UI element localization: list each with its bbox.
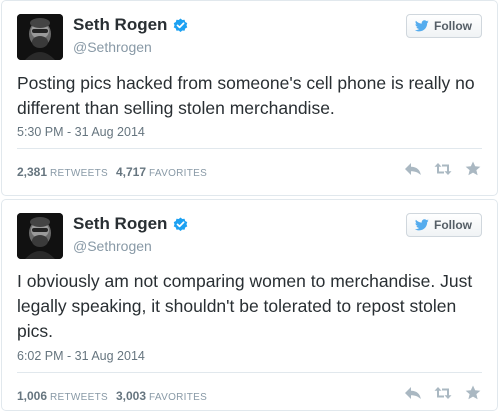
display-name[interactable]: Seth Rogen xyxy=(73,214,167,234)
user-info: Seth Rogen @Sethrogen xyxy=(73,213,188,254)
tweet-timestamp[interactable]: 6:02 PM - 31 Aug 2014 xyxy=(17,349,145,363)
favorites-count[interactable]: 3,003 xyxy=(116,389,146,403)
tweet-actions xyxy=(392,161,482,177)
tweet-card: Seth Rogen @Sethrogen Follow Posting pic… xyxy=(1,0,498,196)
divider xyxy=(17,148,482,149)
avatar-photo-icon xyxy=(17,213,63,259)
favorite-star-icon[interactable] xyxy=(464,385,482,401)
divider xyxy=(17,372,482,373)
tweet-actions xyxy=(392,385,482,401)
verified-icon xyxy=(173,216,188,232)
favorite-star-icon[interactable] xyxy=(464,161,482,177)
retweets-count[interactable]: 1,006 xyxy=(17,389,47,403)
user-info: Seth Rogen @Sethrogen xyxy=(73,14,188,55)
twitter-bird-icon xyxy=(414,219,429,231)
favorites-count[interactable]: 4,717 xyxy=(116,165,146,179)
reply-icon[interactable] xyxy=(404,385,422,401)
tweet-text: Posting pics hacked from someone's cell … xyxy=(17,73,475,118)
tweet-timestamp[interactable]: 5:30 PM - 31 Aug 2014 xyxy=(17,125,145,139)
favorites-label[interactable]: FAVORITES xyxy=(149,392,207,403)
favorites-label[interactable]: FAVORITES xyxy=(149,168,207,179)
retweet-icon[interactable] xyxy=(434,385,452,401)
retweet-icon[interactable] xyxy=(434,161,452,177)
verified-icon xyxy=(173,17,188,33)
follow-button-label: Follow xyxy=(434,19,472,33)
retweets-count[interactable]: 2,381 xyxy=(17,165,47,179)
follow-button-label: Follow xyxy=(434,218,472,232)
follow-button[interactable]: Follow xyxy=(406,213,482,237)
screen-name[interactable]: @Sethrogen xyxy=(73,238,188,254)
avatar[interactable] xyxy=(17,14,63,60)
avatar-photo-icon xyxy=(17,14,63,60)
retweets-label[interactable]: RETWEETS xyxy=(50,392,108,403)
tweet-text: I obviously am not comparing women to me… xyxy=(17,271,473,341)
tweet-stats: 2,381 RETWEETS 4,717 FAVORITES xyxy=(17,165,207,179)
follow-button[interactable]: Follow xyxy=(406,14,482,38)
avatar[interactable] xyxy=(17,213,63,259)
tweet-card: Seth Rogen @Sethrogen Follow I obviously… xyxy=(1,199,498,411)
screen-name[interactable]: @Sethrogen xyxy=(73,39,188,55)
twitter-bird-icon xyxy=(414,20,429,32)
display-name[interactable]: Seth Rogen xyxy=(73,15,167,35)
reply-icon[interactable] xyxy=(404,161,422,177)
tweet-stats: 1,006 RETWEETS 3,003 FAVORITES xyxy=(17,389,207,403)
retweets-label[interactable]: RETWEETS xyxy=(50,168,108,179)
